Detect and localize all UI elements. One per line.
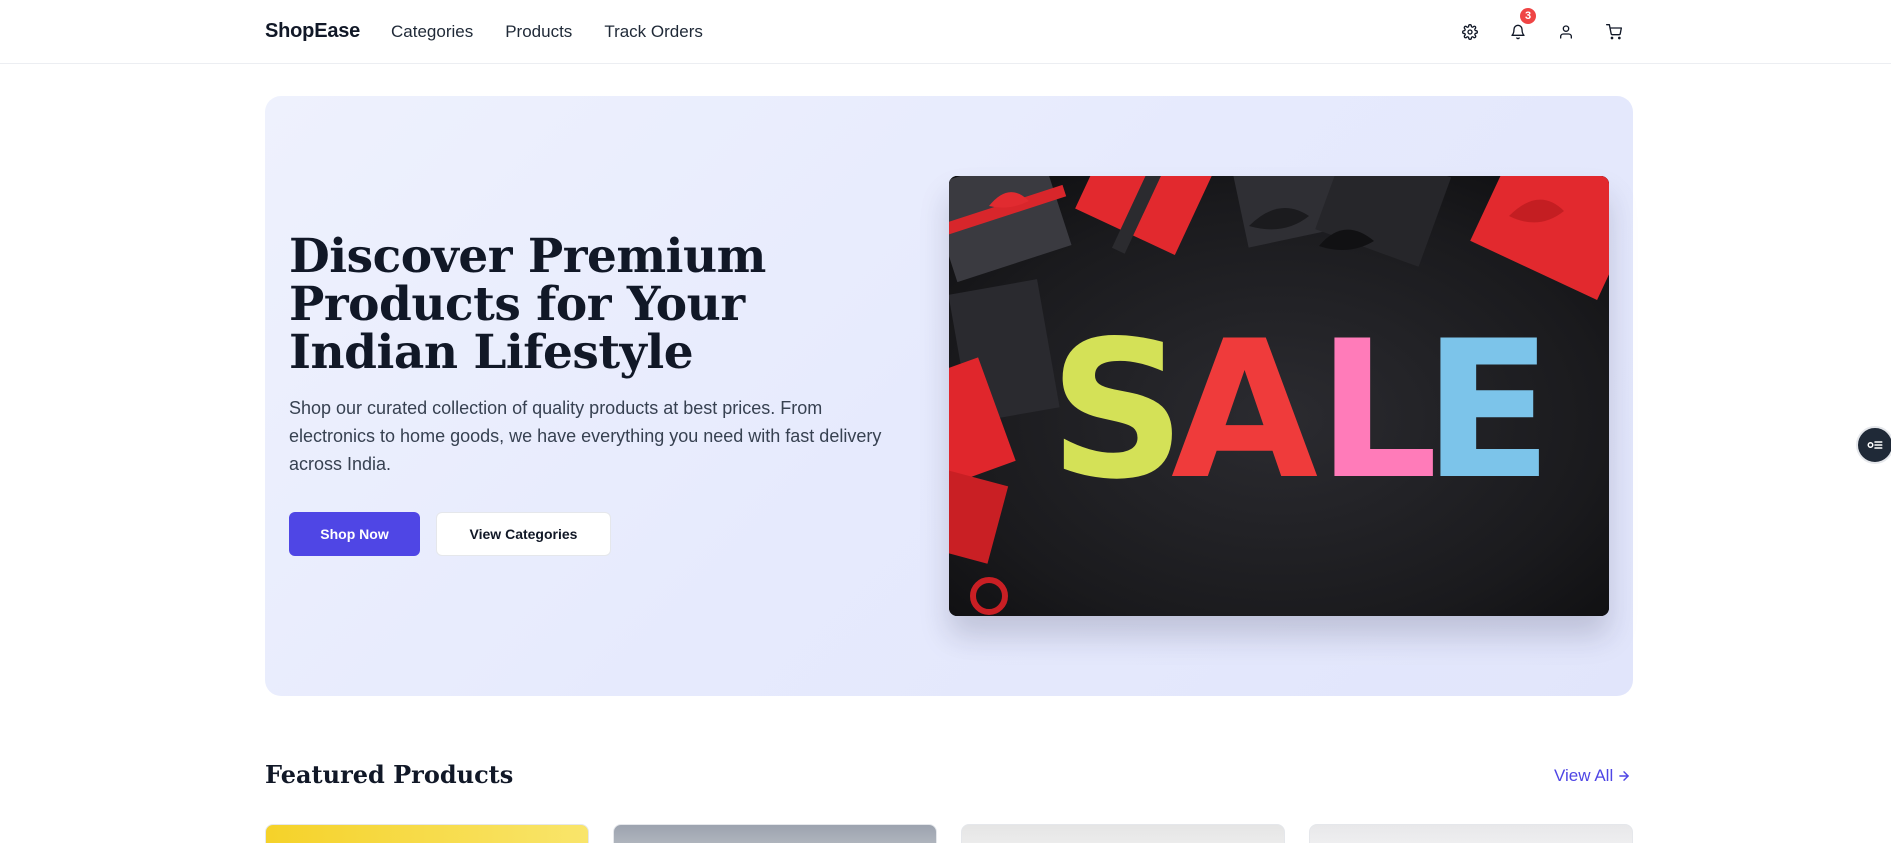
notifications-button[interactable]: 3 (1506, 8, 1536, 44)
list-icon (1867, 441, 1883, 449)
sale-illustration: S A L E (949, 176, 1609, 616)
top-navbar: ShopEase Categories Products Track Order… (0, 0, 1891, 64)
product-grid (265, 824, 1633, 843)
floating-menu-button[interactable] (1856, 426, 1891, 464)
bell-icon (1511, 24, 1525, 40)
brand-logo[interactable]: ShopEase (265, 20, 360, 43)
settings-icon (1462, 24, 1478, 40)
view-all-label: View All (1554, 766, 1614, 785)
product-card[interactable] (265, 824, 589, 843)
nav-products[interactable]: Products (505, 22, 572, 42)
arrow-right-icon (1619, 771, 1630, 781)
cart-icon (1606, 24, 1622, 40)
nav-track-orders[interactable]: Track Orders (604, 22, 703, 42)
hero-title: Discover Premium Products for Your India… (289, 229, 766, 380)
user-icon (1560, 25, 1572, 39)
product-card[interactable] (1309, 824, 1633, 843)
notification-badge: 3 (1520, 8, 1536, 24)
sale-banner-image: S A L E (949, 176, 1609, 616)
shop-now-button[interactable]: Shop Now (289, 512, 420, 556)
sale-letter-a: A (1171, 300, 1318, 521)
view-all-link[interactable]: View All (1554, 766, 1631, 786)
cart-button[interactable] (1602, 20, 1626, 44)
hero-banner: Discover Premium Products for Your India… (265, 96, 1633, 696)
product-card[interactable] (613, 824, 937, 843)
product-card[interactable] (961, 824, 1285, 843)
view-categories-button[interactable]: View Categories (436, 512, 611, 556)
nav-categories[interactable]: Categories (391, 22, 473, 42)
header-icons: 3 (1458, 8, 1626, 44)
account-button[interactable] (1554, 20, 1578, 44)
sale-letter-l: L (1317, 300, 1438, 521)
main-nav: Categories Products Track Orders (391, 22, 703, 42)
featured-products-heading: Featured Products (265, 760, 514, 789)
settings-button[interactable] (1458, 20, 1482, 44)
sale-letter-s: S (1049, 300, 1186, 521)
hero-description: Shop our curated collection of quality p… (289, 398, 882, 474)
sale-letter-e: E (1423, 300, 1553, 521)
